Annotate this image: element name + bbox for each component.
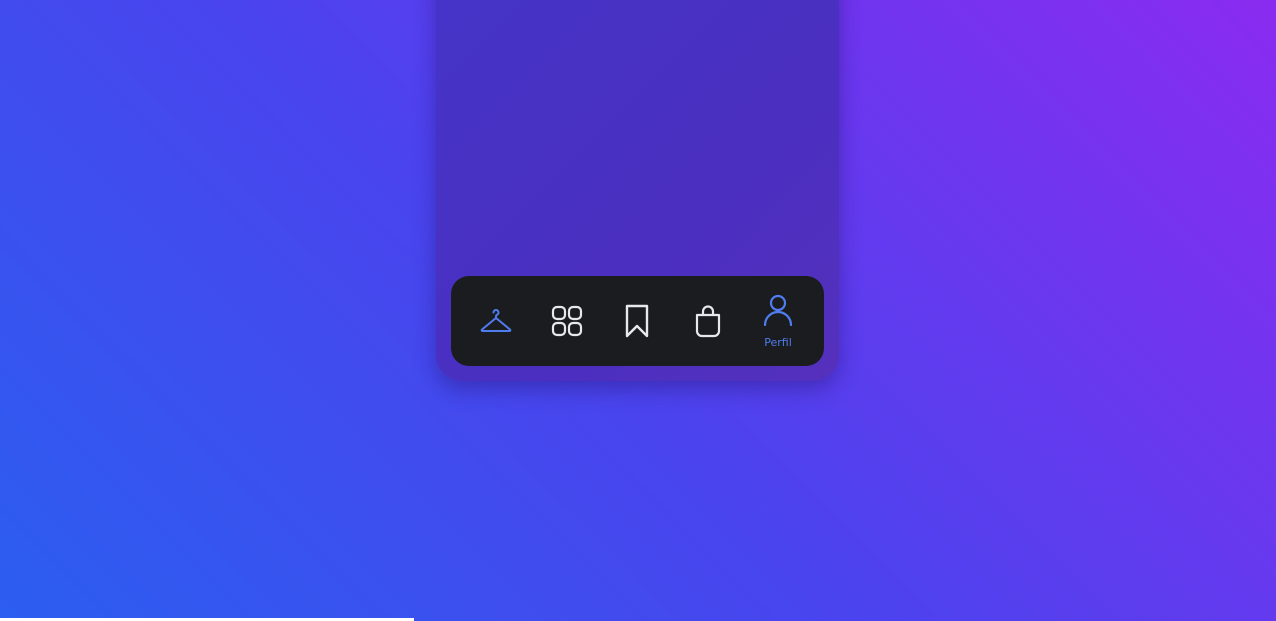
- tab-saved[interactable]: [607, 276, 667, 366]
- bottom-tab-bar: Perfil: [451, 276, 824, 366]
- tab-categories[interactable]: [537, 276, 597, 366]
- shopping-bag-icon: [695, 305, 721, 338]
- hanger-icon: [480, 309, 512, 332]
- tab-profile-label: Perfil: [764, 336, 792, 349]
- grid-icon: [551, 305, 583, 337]
- user-icon: [763, 294, 793, 326]
- tab-profile[interactable]: Perfil: [748, 276, 808, 366]
- tab-hanger[interactable]: [466, 276, 526, 366]
- tab-cart[interactable]: [678, 276, 738, 366]
- bookmark-icon: [625, 304, 649, 338]
